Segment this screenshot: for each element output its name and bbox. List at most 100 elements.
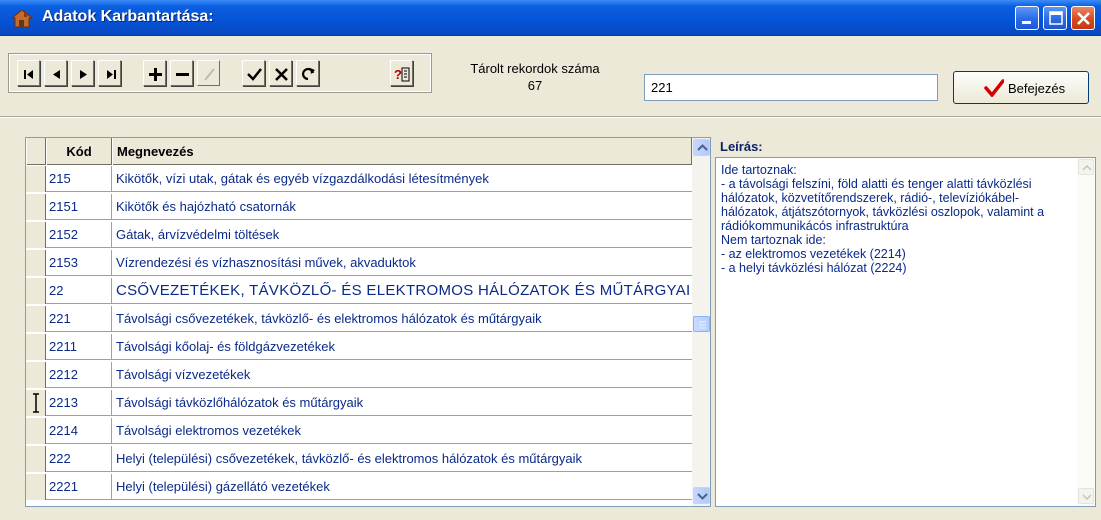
cell-kod[interactable]: 221	[46, 306, 112, 332]
scroll-down-button[interactable]	[693, 487, 710, 504]
record-count: Tárolt rekordok száma 67	[440, 60, 630, 94]
edit-record-button[interactable]	[197, 60, 220, 86]
table-row[interactable]: 2151 Kikötők és hajózható csatornák	[26, 194, 692, 220]
chevron-up-icon	[697, 144, 708, 151]
table-row[interactable]: 215 Kikötők, vízi utak, gátak és egyéb ví…	[26, 166, 692, 192]
table-row[interactable]: 2213 Távolsági távközlőhálózatok és műtár…	[26, 390, 692, 416]
scroll-thumb[interactable]	[693, 316, 710, 332]
table-row[interactable]: 2152 Gátak, árvízvédelmi töltések	[26, 222, 692, 248]
search-input[interactable]	[644, 74, 938, 101]
description-label: Leírás:	[720, 139, 763, 154]
row-indicator	[26, 418, 46, 444]
cell-kod[interactable]: 2153	[46, 250, 112, 276]
cell-megnevezes[interactable]: Távolsági elektromos vezetékek	[112, 418, 692, 444]
record-count-value: 67	[527, 78, 543, 93]
cell-kod[interactable]: 2211	[46, 334, 112, 360]
cell-kod[interactable]: 2213	[46, 390, 112, 416]
table-row[interactable]: 22 CSŐVEZETÉKEK, TÁVKÖZLŐ- ÉS ELEKTROMOS …	[26, 278, 692, 304]
table-row[interactable]: 2214 Távolsági elektromos vezetékek	[26, 418, 692, 444]
cell-megnevezes[interactable]: Helyi (települési) gázellátó vezetékek	[112, 474, 692, 500]
insert-record-button[interactable]	[143, 60, 166, 86]
description-scrollbar[interactable]	[1077, 158, 1095, 506]
svg-text:?: ?	[394, 67, 402, 82]
cell-kod[interactable]: 2214	[46, 418, 112, 444]
cell-megnevezes[interactable]: CSŐVEZETÉKEK, TÁVKÖZLŐ- ÉS ELEKTROMOS HÁ…	[112, 278, 692, 304]
cell-megnevezes[interactable]: Gátak, árvízvédelmi töltések	[112, 222, 692, 248]
red-check-icon	[984, 79, 1004, 97]
finish-button[interactable]: Befejezés	[953, 71, 1089, 104]
grid-vertical-scrollbar[interactable]	[692, 138, 710, 506]
last-record-icon	[107, 70, 116, 79]
cell-megnevezes[interactable]: Helyi (települési) csővezetékek, távközl…	[112, 446, 692, 472]
row-indicator	[26, 446, 46, 472]
row-indicator	[26, 166, 46, 192]
cell-megnevezes[interactable]: Kikötők, vízi utak, gátak és egyéb vízga…	[112, 166, 692, 192]
cancel-x-icon	[275, 68, 288, 81]
maximize-button[interactable]	[1043, 6, 1067, 30]
cell-kod[interactable]: 215	[46, 166, 112, 192]
cell-megnevezes[interactable]: Vízrendezési és vízhasznosítási művek, a…	[112, 250, 692, 276]
ibeam-cursor-icon	[33, 393, 39, 413]
chevron-up-icon	[1082, 164, 1092, 171]
desc-scroll-up-button[interactable]	[1078, 159, 1094, 175]
cell-kod[interactable]: 2151	[46, 194, 112, 220]
post-record-button[interactable]	[242, 60, 265, 86]
table-row[interactable]: 2221 Helyi (települési) gázellátó vezeték…	[26, 474, 692, 500]
table-row[interactable]: 2153 Vízrendezési és vízhasznosítási műve…	[26, 250, 692, 276]
cell-kod[interactable]: 2212	[46, 362, 112, 388]
next-record-button[interactable]	[71, 60, 94, 86]
cell-kod[interactable]: 2152	[46, 222, 112, 248]
maximize-icon	[1049, 11, 1063, 25]
row-indicator	[26, 278, 46, 304]
cell-megnevezes[interactable]: Távolsági csővezetékek, távközlő- és ele…	[112, 306, 692, 332]
cell-megnevezes[interactable]: Távolsági kőolaj- és földgázvezetékek	[112, 334, 692, 360]
indicator-header	[26, 138, 46, 165]
row-indicator	[26, 362, 46, 388]
desc-scroll-down-button[interactable]	[1078, 488, 1094, 504]
toolbar-separator	[0, 116, 1101, 118]
cell-megnevezes[interactable]: Távolsági távközlőhálózatok és műtárgyai…	[112, 390, 692, 416]
refresh-icon	[302, 67, 315, 81]
row-indicator	[26, 306, 46, 332]
column-header-kod[interactable]: Kód	[46, 138, 112, 165]
minimize-button[interactable]	[1015, 6, 1039, 30]
cell-megnevezes[interactable]: Távolsági vízvezetékek	[112, 362, 692, 388]
row-indicator	[26, 250, 46, 276]
cell-kod[interactable]: 22	[46, 278, 112, 304]
refresh-data-button[interactable]	[296, 60, 319, 86]
table-row[interactable]: 222 Helyi (települési) csővezetékek, távk…	[26, 446, 692, 472]
cell-kod[interactable]: 2221	[46, 474, 112, 500]
cell-kod[interactable]: 222	[46, 446, 112, 472]
last-record-button[interactable]	[98, 60, 121, 86]
help-icon: ?	[394, 67, 410, 82]
next-record-icon	[80, 70, 87, 79]
delete-record-button[interactable]	[170, 60, 193, 86]
minimize-icon	[1022, 21, 1031, 24]
row-indicator	[26, 194, 46, 220]
prior-record-icon	[53, 70, 60, 79]
prior-record-button[interactable]	[44, 60, 67, 86]
window-title: Adatok Karbantartása:	[42, 8, 214, 25]
chevron-down-icon	[697, 493, 708, 500]
plus-icon	[149, 68, 162, 81]
first-record-button[interactable]	[17, 60, 40, 86]
cancel-edit-button[interactable]	[269, 60, 292, 86]
chevron-down-icon	[1082, 494, 1092, 501]
table-row[interactable]: 2212 Távolsági vízvezetékek	[26, 362, 692, 388]
first-record-icon	[24, 70, 33, 79]
records-grid[interactable]: Kód Megnevezés 215 Kikötők, vízi utak, gá…	[25, 137, 711, 507]
description-text: Ide tartoznak: - a távolsági felszíni, f…	[721, 163, 1045, 275]
record-count-label: Tárolt rekordok száma	[470, 61, 600, 76]
column-header-megnevezes[interactable]: Megnevezés	[112, 138, 692, 165]
table-row[interactable]: 2211 Távolsági kőolaj- és földgázvezetéke…	[26, 334, 692, 360]
description-memo[interactable]: Ide tartoznak: - a távolsági felszíni, f…	[715, 157, 1096, 507]
table-row[interactable]: 221 Távolsági csővezetékek, távközlő- és …	[26, 306, 692, 332]
help-button[interactable]: ?	[390, 60, 413, 86]
title-bar: Adatok Karbantartása:	[0, 0, 1101, 36]
cell-megnevezes[interactable]: Kikötők és hajózható csatornák	[112, 194, 692, 220]
close-button[interactable]	[1071, 6, 1095, 30]
scroll-up-button[interactable]	[693, 139, 710, 156]
row-indicator	[26, 474, 46, 500]
row-indicator	[26, 222, 46, 248]
app-house-icon	[11, 9, 33, 28]
